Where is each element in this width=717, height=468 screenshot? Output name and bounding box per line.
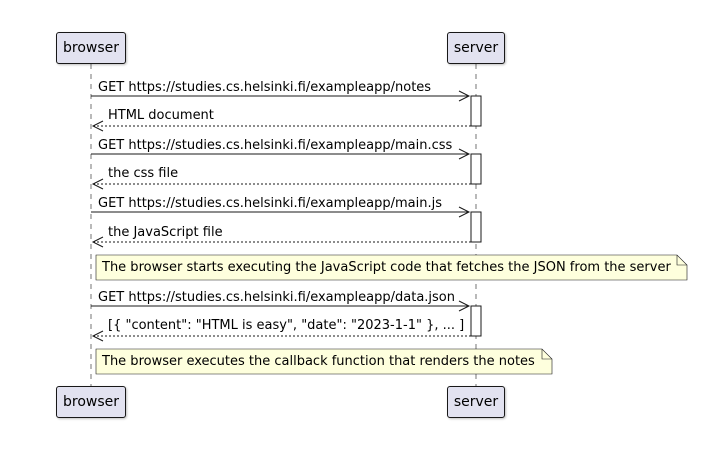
message-label: GET https://studies.cs.helsinki.fi/examp…	[98, 138, 453, 153]
message-label: GET https://studies.cs.helsinki.fi/examp…	[98, 196, 443, 211]
participant-server-top: server	[447, 32, 505, 64]
message-label: the css file	[108, 166, 179, 181]
sequence-diagram: browser server browser server GET https:…	[0, 0, 717, 468]
participant-server-bottom: server	[447, 386, 505, 418]
activation-bar	[470, 95, 482, 127]
message-label: the JavaScript file	[108, 225, 223, 240]
message-label: GET https://studies.cs.helsinki.fi/examp…	[98, 290, 455, 305]
participant-browser-bottom: browser	[56, 386, 126, 418]
message-label: GET https://studies.cs.helsinki.fi/examp…	[98, 80, 432, 95]
note-text: The browser starts executing the JavaScr…	[102, 260, 671, 275]
message-label: [{ "content": "HTML is easy", "date": "2…	[108, 318, 465, 333]
activation-bar	[470, 153, 482, 185]
note-text: The browser executes the callback functi…	[102, 354, 535, 369]
participant-browser-top: browser	[56, 32, 126, 64]
message-label: HTML document	[108, 108, 214, 123]
activation-bar	[470, 211, 482, 243]
activation-bar	[470, 305, 482, 337]
